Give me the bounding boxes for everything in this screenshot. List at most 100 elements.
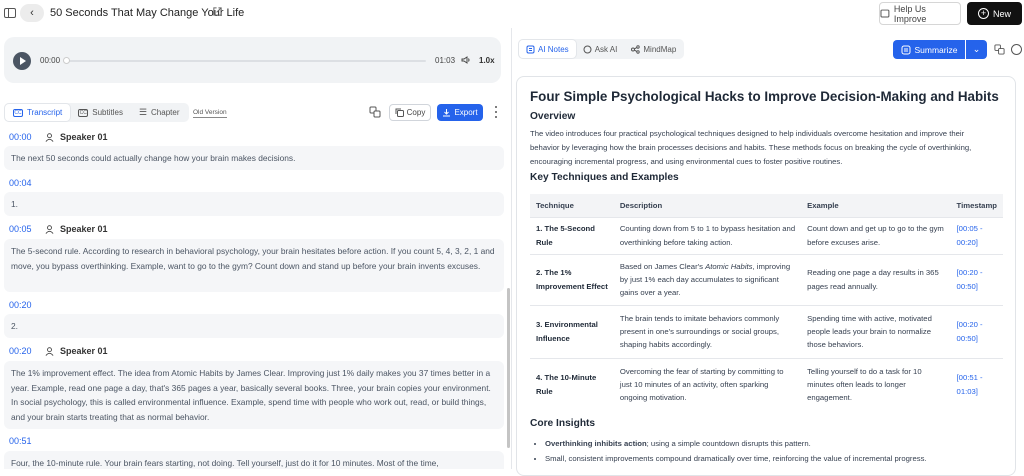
new-label: New xyxy=(992,8,1011,19)
back-button[interactable]: ‹ xyxy=(20,4,44,22)
tab-ask-ai[interactable]: Ask AI xyxy=(576,40,625,58)
timestamp-link[interactable]: [00:20 - 00:50] xyxy=(950,304,1003,358)
duration: 01:03 xyxy=(435,56,456,65)
transcript-text: 1. xyxy=(4,192,504,216)
tab-label: AI Notes xyxy=(538,44,569,54)
user-icon xyxy=(45,132,54,142)
timestamp-link[interactable]: [00:51 - 01:03] xyxy=(950,357,1003,411)
cc-icon: CC xyxy=(78,108,89,117)
cc-icon: CC xyxy=(13,108,23,117)
transcript-text: The next 50 seconds could actually chang… xyxy=(4,146,504,170)
insight-bold: Overthinking inhibits action xyxy=(545,439,647,448)
copy-icon xyxy=(395,108,404,117)
export-label: Export xyxy=(454,108,478,117)
speaker-name: Speaker 01 xyxy=(60,346,108,356)
book-title: Atomic Habits xyxy=(705,261,753,271)
list-item: Small, consistent improvements compound … xyxy=(545,451,927,466)
overview-heading: Overview xyxy=(530,111,576,122)
timestamp-link[interactable]: [00:05 - 00:20] xyxy=(950,216,1003,254)
tab-chapter[interactable]: ☰ Chapter xyxy=(131,104,188,121)
list-item[interactable]: 00:05 Speaker 01 xyxy=(4,222,504,236)
table-row: 2. The 1% Improvement Effect Based on Ja… xyxy=(530,253,1003,305)
chevron-down-icon: ⌄ xyxy=(972,44,981,54)
timestamp-link[interactable]: [00:20 - 00:50] xyxy=(950,253,1003,305)
core-insights-heading: Core Insights xyxy=(530,418,596,429)
plus-icon: + xyxy=(977,8,989,19)
sidebar-toggle-icon[interactable] xyxy=(4,8,16,18)
example-cell: Spending time with active, motivated peo… xyxy=(801,304,951,358)
timestamp[interactable]: 00:00 xyxy=(4,132,40,142)
gear-icon[interactable] xyxy=(1011,44,1022,55)
transcript-text: Four, the 10-minute rule. Your brain fea… xyxy=(4,451,504,469)
summarize-dropdown[interactable]: ⌄ xyxy=(966,40,987,59)
technique-cell: 1. The 5-Second Rule xyxy=(530,216,614,254)
user-icon xyxy=(45,346,54,356)
notes-title: Four Simple Psychological Hacks to Impro… xyxy=(530,89,999,104)
old-version-link[interactable]: Old Version xyxy=(193,109,227,118)
insight-text: Small, consistent improvements compound … xyxy=(545,454,927,463)
play-icon[interactable] xyxy=(13,52,31,70)
timestamp[interactable]: 00:05 xyxy=(4,224,40,234)
volume-icon[interactable] xyxy=(461,55,471,65)
notes-icon xyxy=(526,45,535,53)
current-time: 00:00 xyxy=(40,56,61,65)
tab-transcript[interactable]: CC Transcript xyxy=(5,104,71,121)
list-item[interactable]: 00:51 xyxy=(4,434,504,448)
playback-speed[interactable]: 1.0x xyxy=(479,56,495,65)
tab-ai-notes[interactable]: AI Notes xyxy=(519,40,576,58)
technique-cell: 4. The 10-Minute Rule xyxy=(530,357,614,411)
list-item[interactable]: 00:20 xyxy=(4,298,504,312)
tab-label: Transcript xyxy=(27,108,63,117)
export-button[interactable]: Export xyxy=(437,104,483,121)
table-row: 4. The 10-Minute Rule Overcoming the fea… xyxy=(530,357,1003,411)
download-icon xyxy=(443,109,451,117)
scrollbar[interactable] xyxy=(507,288,510,448)
tab-label: Ask AI xyxy=(594,44,618,54)
translate-icon[interactable] xyxy=(994,44,1005,55)
help-us-improve-button[interactable]: Help Us Improve xyxy=(879,2,961,25)
timestamp[interactable]: 00:51 xyxy=(4,436,40,446)
description-cell: Overcoming the fear of starting by commi… xyxy=(613,357,802,411)
external-link-icon[interactable] xyxy=(212,6,223,17)
list-item[interactable]: 00:00 Speaker 01 xyxy=(4,130,504,144)
list-icon: ☰ xyxy=(138,107,148,117)
copy-label: Copy xyxy=(406,108,426,117)
techniques-table: Technique Description Example Timestamp … xyxy=(530,194,1003,411)
list-item: Overthinking inhibits action; using a si… xyxy=(545,436,927,451)
translate-icon[interactable] xyxy=(369,106,381,118)
table-row: 3. Environmental Influence The brain ten… xyxy=(530,304,1003,358)
transcript-list[interactable]: 00:00 Speaker 01 The next 50 seconds cou… xyxy=(4,127,504,469)
copy-button[interactable]: Copy xyxy=(389,104,431,121)
table-header: Technique xyxy=(530,194,614,217)
more-options-icon[interactable] xyxy=(494,106,498,118)
list-item[interactable]: 00:20 Speaker 01 xyxy=(4,344,504,358)
tab-subtitles[interactable]: CC Subtitles xyxy=(70,104,131,121)
progress-handle[interactable] xyxy=(63,57,70,64)
audio-player: 00:00 01:03 1.0x xyxy=(4,37,501,83)
timestamp[interactable]: 00:04 xyxy=(4,178,40,188)
tab-mindmap[interactable]: MindMap xyxy=(624,40,683,58)
description-cell: The brain tends to imitate behaviors com… xyxy=(613,304,802,358)
transcript-text: The 5-second rule. According to research… xyxy=(4,239,504,292)
table-header: Description xyxy=(613,194,802,217)
tab-label: Chapter xyxy=(151,108,180,117)
new-button[interactable]: + New xyxy=(967,2,1022,25)
pane-divider[interactable] xyxy=(511,28,512,469)
list-item[interactable]: 00:04 xyxy=(4,176,504,190)
progress-track[interactable] xyxy=(64,60,426,62)
key-techniques-heading: Key Techniques and Examples xyxy=(530,172,679,183)
insights-list: Overthinking inhibits action; using a si… xyxy=(539,436,927,466)
ai-notes-panel[interactable]: Four Simple Psychological Hacks to Impro… xyxy=(516,76,1016,476)
timestamp[interactable]: 00:20 xyxy=(4,300,40,310)
technique-cell: 2. The 1% Improvement Effect xyxy=(530,253,614,305)
notes-tabs: AI Notes Ask AI MindMap xyxy=(518,39,685,59)
top-bar: ‹ 50 Seconds That May Change Your Life H… xyxy=(0,0,1024,28)
table-row: 1. The 5-Second Rule Counting down from … xyxy=(530,216,1003,254)
timestamp[interactable]: 00:20 xyxy=(4,346,40,356)
summary-icon xyxy=(901,45,910,54)
chat-icon xyxy=(583,45,592,53)
example-cell: Reading one page a day results in 365 pa… xyxy=(801,253,951,305)
summarize-button[interactable]: Summarize xyxy=(893,40,965,59)
feedback-icon xyxy=(880,9,890,17)
insight-text: ; using a simple countdown disrupts this… xyxy=(646,439,811,448)
